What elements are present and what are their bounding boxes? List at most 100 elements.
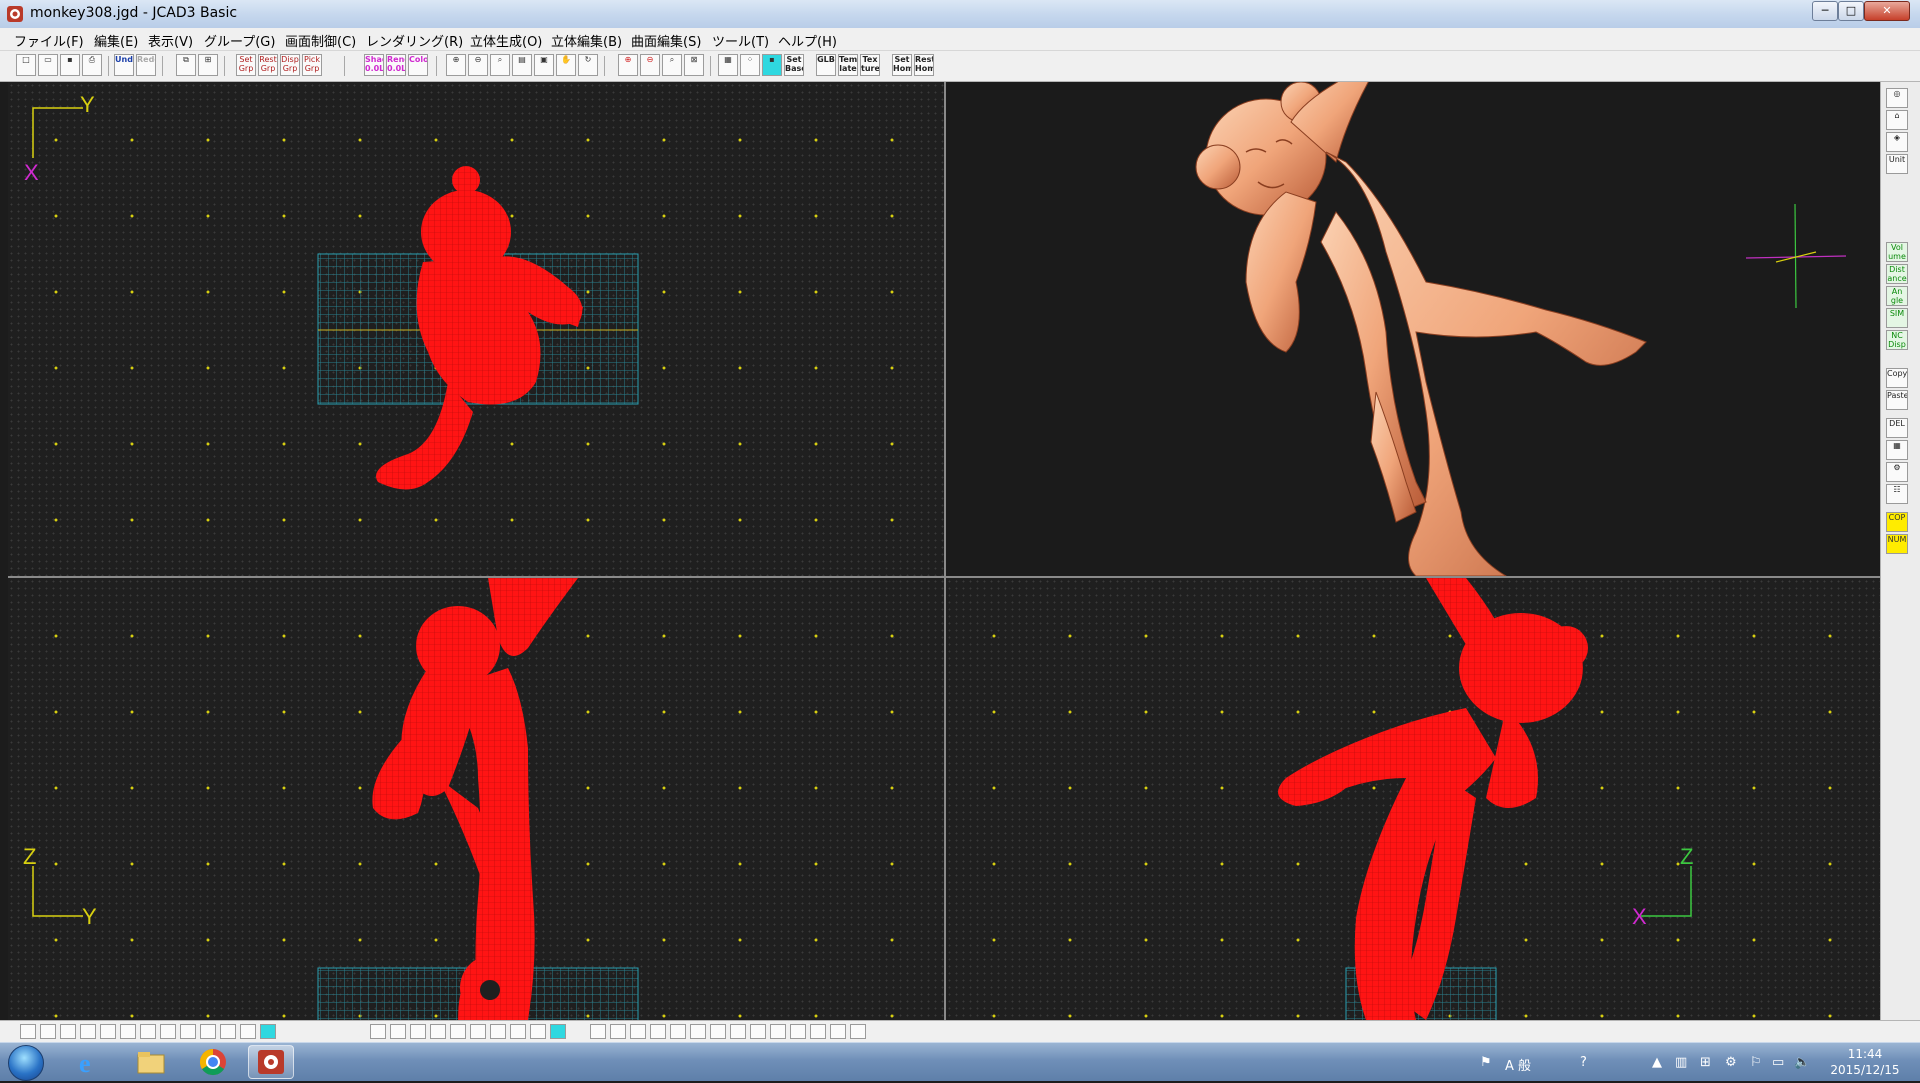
copy-button[interactable]: Copy <box>1886 368 1908 388</box>
menu-help[interactable]: ヘルプ(H) <box>778 31 837 50</box>
top-view-viewport[interactable]: Y X <box>8 82 944 576</box>
curve-tool-icon[interactable] <box>80 1024 96 1039</box>
layout-icon[interactable]: ⊞ <box>198 54 218 76</box>
side-view-viewport[interactable]: Z X <box>946 578 1880 1020</box>
pan-hand-icon[interactable]: ✋ <box>556 54 576 76</box>
menu-rendering[interactable]: レンダリング(R) <box>366 31 463 50</box>
zoom-out-red-icon[interactable]: ⊖ <box>640 54 660 76</box>
file-explorer-icon[interactable] <box>128 1045 174 1079</box>
menu-screen-control[interactable]: 画面制御(C) <box>285 31 356 50</box>
show-hidden-icons[interactable]: ▲ <box>1652 1055 1662 1070</box>
menu-solid-edit[interactable]: 立体編集(B) <box>551 31 622 50</box>
render-button[interactable]: Rend 0.0L <box>386 54 406 76</box>
menu-view[interactable]: 表示(V) <box>148 31 193 50</box>
light-settings-icon[interactable]: ⌂ <box>1886 110 1908 130</box>
set-base-button[interactable]: Set Base <box>784 54 804 76</box>
front-view-viewport[interactable]: Z Y <box>8 578 944 1020</box>
curve-tool-icon[interactable] <box>40 1024 56 1039</box>
chrome-icon[interactable] <box>190 1045 236 1079</box>
unit-button[interactable]: Unit <box>1886 154 1908 174</box>
curve-tool-icon[interactable] <box>120 1024 136 1039</box>
gear-icon[interactable]: ⚙ <box>1886 462 1908 482</box>
menu-solid-create[interactable]: 立体生成(O) <box>470 31 542 50</box>
edit-tool-icon[interactable] <box>610 1024 626 1039</box>
zoom-window-icon[interactable]: ⌕ <box>490 54 510 76</box>
menu-group[interactable]: グループ(G) <box>204 31 275 50</box>
solid-tool-icon[interactable] <box>450 1024 466 1039</box>
cop-button[interactable]: COP <box>1886 512 1908 532</box>
paste-button[interactable]: Paste <box>1886 390 1908 410</box>
menu-tools[interactable]: ツール(T) <box>712 31 769 50</box>
start-button[interactable] <box>8 1045 44 1081</box>
edit-tool-icon[interactable] <box>770 1024 786 1039</box>
distance-button[interactable]: Dist ance <box>1886 264 1908 284</box>
perspective-view-viewport[interactable] <box>946 82 1880 576</box>
flag-icon[interactable]: ⚑ <box>1480 1055 1492 1070</box>
zoom-extents-icon[interactable]: ⊠ <box>684 54 704 76</box>
help-icon[interactable]: ? <box>1580 1055 1587 1070</box>
delete-button[interactable]: DEL <box>1886 418 1908 438</box>
display-icon[interactable]: ▭ <box>1772 1055 1784 1070</box>
copy-view-icon[interactable]: ⧉ <box>176 54 196 76</box>
edit-tool-icon[interactable] <box>690 1024 706 1039</box>
solid-tool-icon[interactable] <box>390 1024 406 1039</box>
material-icon[interactable]: ◈ <box>1886 132 1908 152</box>
table-icon[interactable]: ▦ <box>1886 440 1908 460</box>
rest-group-button[interactable]: Rest Grp <box>258 54 278 76</box>
viewport-divider-vertical[interactable] <box>944 82 946 1020</box>
texture-button[interactable]: Tex ture <box>860 54 880 76</box>
text-tool-icon[interactable] <box>240 1024 256 1039</box>
active-solid-tool-icon[interactable] <box>550 1024 566 1039</box>
edit-tool-icon[interactable] <box>850 1024 866 1039</box>
solid-tool-icon[interactable] <box>410 1024 426 1039</box>
menu-edit[interactable]: 編集(E) <box>94 31 138 50</box>
internet-explorer-icon[interactable]: e <box>66 1045 112 1079</box>
edit-tool-icon[interactable] <box>730 1024 746 1039</box>
redo-button[interactable]: Redo <box>136 54 156 76</box>
system-clock[interactable]: 11:44 2015/12/15 <box>1820 1046 1910 1078</box>
print-icon[interactable]: ⎙ <box>82 54 102 76</box>
action-center-icon[interactable]: ⚐ <box>1750 1055 1762 1070</box>
color-button[interactable]: Color <box>408 54 428 76</box>
curve-tool-icon[interactable] <box>140 1024 156 1039</box>
open-folder-icon[interactable]: ▭ <box>38 54 58 76</box>
edit-tool-icon[interactable] <box>750 1024 766 1039</box>
zoom-all-icon[interactable]: ▤ <box>512 54 532 76</box>
solid-tool-icon[interactable] <box>430 1024 446 1039</box>
edit-tool-icon[interactable] <box>590 1024 606 1039</box>
num-button[interactable]: NUM <box>1886 534 1908 554</box>
rest-home-button[interactable]: Rest Home <box>914 54 934 76</box>
curve-tool-icon[interactable] <box>20 1024 36 1039</box>
snap-toggle-icon[interactable]: ▪ <box>762 54 782 76</box>
curve-tool-icon[interactable] <box>200 1024 216 1039</box>
edit-tool-icon[interactable] <box>650 1024 666 1039</box>
shading-button[interactable]: Shad 0.0L <box>364 54 384 76</box>
set-home-button[interactable]: Set Home <box>892 54 912 76</box>
edit-tool-icon[interactable] <box>710 1024 726 1039</box>
solid-tool-icon[interactable] <box>470 1024 486 1039</box>
tree-icon[interactable]: ☷ <box>1886 484 1908 504</box>
edit-tool-icon[interactable] <box>630 1024 646 1039</box>
settings-icon[interactable]: ⚙ <box>1725 1055 1737 1070</box>
windows-icon[interactable]: ⊞ <box>1700 1055 1711 1070</box>
disp-group-button[interactable]: Disp Grp <box>280 54 300 76</box>
curve-tool-icon[interactable] <box>180 1024 196 1039</box>
curve-tool-icon[interactable] <box>160 1024 176 1039</box>
glb-button[interactable]: GLB <box>816 54 836 76</box>
solid-tool-icon[interactable] <box>490 1024 506 1039</box>
zoom-out-icon[interactable]: ⊖ <box>468 54 488 76</box>
zoom-prev-icon[interactable]: ⌕ <box>662 54 682 76</box>
volume-icon[interactable]: 🔈 <box>1794 1055 1810 1070</box>
edit-tool-icon[interactable] <box>670 1024 686 1039</box>
pick-group-button[interactable]: Pick Grp <box>302 54 322 76</box>
undo-button[interactable]: Undo <box>114 54 134 76</box>
dot-grid-icon[interactable]: ⁘ <box>740 54 760 76</box>
minimize-button[interactable]: ─ <box>1812 1 1838 21</box>
solid-tool-icon[interactable] <box>370 1024 386 1039</box>
menu-surface-edit[interactable]: 曲面編集(S) <box>631 31 701 50</box>
sim-button[interactable]: SIM <box>1886 308 1908 328</box>
edit-tool-icon[interactable] <box>790 1024 806 1039</box>
close-button[interactable]: ✕ <box>1864 1 1910 21</box>
edit-tool-icon[interactable] <box>810 1024 826 1039</box>
curve-tool-icon[interactable] <box>220 1024 236 1039</box>
